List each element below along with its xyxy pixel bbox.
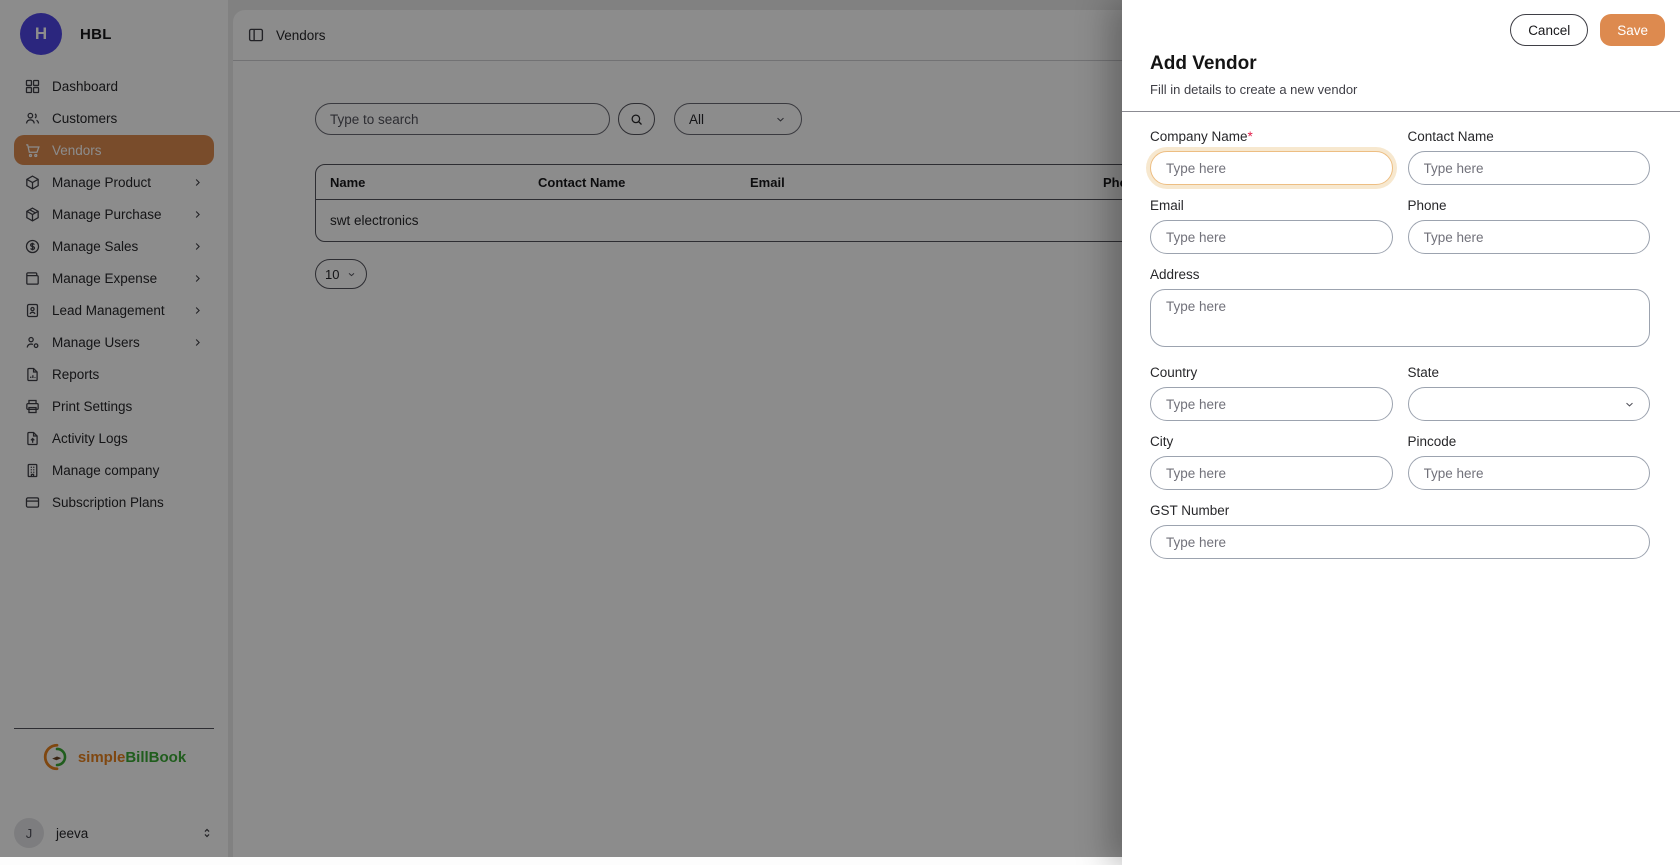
address-label: Address xyxy=(1150,267,1650,282)
company-name-label: Company Name xyxy=(1150,129,1248,144)
cancel-button[interactable]: Cancel xyxy=(1510,14,1588,46)
chevron-down-icon xyxy=(1623,398,1636,411)
address-textarea[interactable] xyxy=(1150,289,1650,347)
field-contact-name: Contact Name xyxy=(1408,129,1651,185)
field-gst-number: GST Number xyxy=(1150,503,1650,559)
email-label: Email xyxy=(1150,198,1393,213)
drawer-divider xyxy=(1122,111,1680,112)
field-address: Address xyxy=(1150,267,1650,352)
pincode-label: Pincode xyxy=(1408,434,1651,449)
field-state: State xyxy=(1408,365,1651,421)
add-vendor-form: Company Name* Contact Name Email Phone A… xyxy=(1150,129,1650,559)
gst-number-input[interactable] xyxy=(1150,525,1650,559)
drawer-actions: Cancel Save xyxy=(1150,0,1665,46)
email-input[interactable] xyxy=(1150,220,1393,254)
country-label: Country xyxy=(1150,365,1393,380)
field-country: Country xyxy=(1150,365,1393,421)
field-pincode: Pincode xyxy=(1408,434,1651,490)
phone-label: Phone xyxy=(1408,198,1651,213)
add-vendor-drawer: Cancel Save Add Vendor Fill in details t… xyxy=(1122,0,1680,865)
company-name-input[interactable] xyxy=(1150,151,1393,185)
city-input[interactable] xyxy=(1150,456,1393,490)
drawer-subtitle: Fill in details to create a new vendor xyxy=(1150,82,1650,97)
required-asterisk: * xyxy=(1248,129,1253,144)
save-button[interactable]: Save xyxy=(1600,14,1665,46)
field-company-name: Company Name* xyxy=(1150,129,1393,185)
field-email: Email xyxy=(1150,198,1393,254)
field-phone: Phone xyxy=(1408,198,1651,254)
field-city: City xyxy=(1150,434,1393,490)
modal-overlay[interactable] xyxy=(0,0,1122,865)
state-label: State xyxy=(1408,365,1651,380)
gst-number-label: GST Number xyxy=(1150,503,1650,518)
contact-name-input[interactable] xyxy=(1408,151,1651,185)
pincode-input[interactable] xyxy=(1408,456,1651,490)
country-input[interactable] xyxy=(1150,387,1393,421)
state-select[interactable] xyxy=(1408,387,1651,421)
phone-input[interactable] xyxy=(1408,220,1651,254)
drawer-title: Add Vendor xyxy=(1150,53,1650,75)
city-label: City xyxy=(1150,434,1393,449)
horizontal-scrollbar-track[interactable] xyxy=(0,857,1122,865)
contact-name-label: Contact Name xyxy=(1408,129,1651,144)
